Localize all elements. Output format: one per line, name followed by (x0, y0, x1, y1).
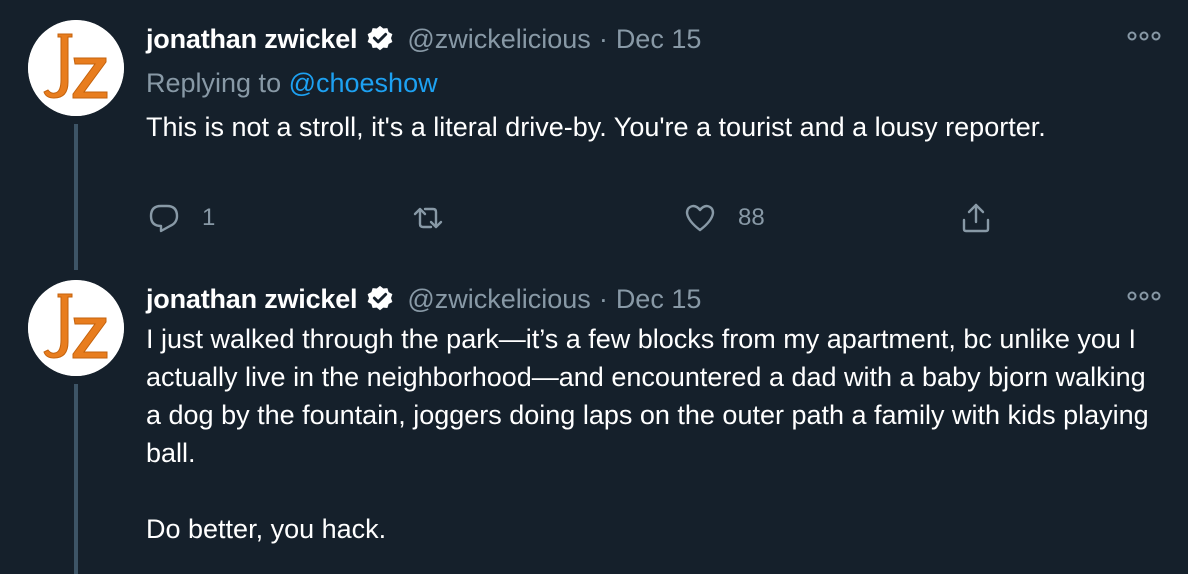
user-handle[interactable]: @zwickelicious (407, 284, 590, 315)
display-name[interactable]: jonathan zwickel (146, 24, 358, 55)
avatar-jz-logo (28, 20, 124, 116)
like-count: 88 (738, 204, 765, 231)
avatar[interactable] (28, 20, 124, 116)
tweet-content: jonathan zwickel @zwickelicious · Dec 15… (146, 280, 1162, 548)
tweet-content: jonathan zwickel @zwickelicious · Dec 15… (146, 20, 1162, 233)
tweet-header: jonathan zwickel @zwickelicious · Dec 15 (146, 280, 1162, 318)
thread-line (74, 124, 78, 270)
share-icon (962, 203, 990, 233)
tweet-actions: 1 88 (146, 202, 1006, 242)
retweet-button[interactable] (412, 202, 466, 234)
replying-to-label: Replying to (146, 68, 289, 98)
tweet[interactable]: jonathan zwickel @zwickelicious · Dec 15… (0, 0, 1188, 270)
reply-count: 1 (202, 204, 216, 231)
thread-line (74, 384, 78, 574)
like-button[interactable]: 88 (684, 202, 765, 234)
tweet-date[interactable]: Dec 15 (616, 24, 702, 55)
tweet-text: I just walked through the park—it’s a fe… (146, 324, 1149, 544)
separator-dot: · (598, 283, 608, 314)
tweet[interactable]: jonathan zwickel @zwickelicious · Dec 15… (0, 262, 1188, 574)
separator-dot: · (598, 23, 608, 54)
avatar[interactable] (28, 280, 124, 376)
share-button[interactable] (960, 202, 992, 234)
replying-to-link[interactable]: @choeshow (289, 68, 438, 98)
reply-button[interactable]: 1 (148, 202, 215, 234)
tweet-header: jonathan zwickel @zwickelicious · Dec 15 (146, 20, 1162, 58)
more-options-icon[interactable] (1126, 26, 1162, 46)
verified-badge-icon (365, 284, 395, 314)
user-handle[interactable]: @zwickelicious (407, 24, 590, 55)
display-name[interactable]: jonathan zwickel (146, 284, 358, 315)
verified-badge-icon (365, 24, 395, 54)
more-options-icon[interactable] (1126, 286, 1162, 306)
reply-icon (149, 204, 179, 233)
like-icon (685, 204, 715, 232)
tweet-date[interactable]: Dec 15 (616, 284, 702, 315)
retweet-icon (413, 207, 443, 229)
avatar-jz-logo (28, 280, 124, 376)
tweet-text: This is not a stroll, it's a literal dri… (146, 112, 1046, 142)
replying-to: Replying to @choeshow (146, 64, 1162, 102)
